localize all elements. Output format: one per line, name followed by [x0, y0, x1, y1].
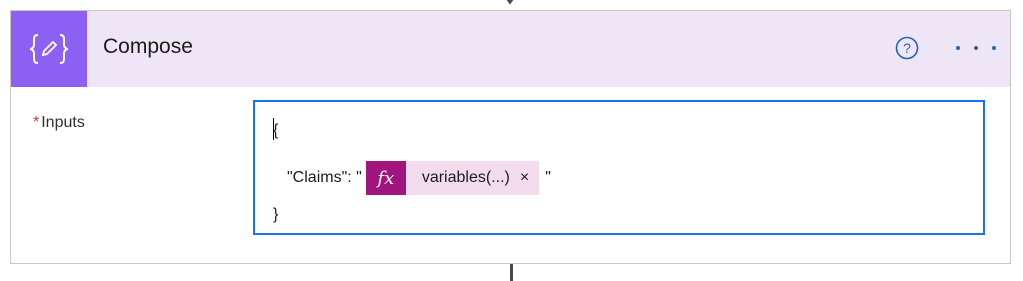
- code-line-3: }: [273, 206, 279, 223]
- token-label: variables(...): [421, 169, 510, 186]
- required-marker: *: [33, 114, 40, 131]
- connector-arrow-icon: [506, 0, 514, 5]
- action-header[interactable]: Compose ?: [11, 11, 1010, 87]
- inputs-label-text: Inputs: [41, 114, 85, 131]
- dot: [974, 46, 978, 50]
- code-line-2: "Claims": " fx variables(...) × ": [287, 161, 551, 195]
- dot: [956, 46, 960, 50]
- connector-line: [510, 264, 513, 281]
- fx-icon: fx: [365, 161, 406, 195]
- code-line-1: {: [273, 122, 279, 139]
- expression-token[interactable]: fx variables(...) ×: [365, 161, 540, 195]
- help-circle-icon[interactable]: ?: [895, 36, 919, 60]
- svg-text:?: ?: [903, 40, 911, 56]
- inputs-editor[interactable]: { "Claims": " fx variables(...) × " }: [253, 100, 985, 235]
- dot: [992, 46, 996, 50]
- claims-key-text: "Claims": ": [287, 169, 362, 186]
- compose-action-card: Compose ? * Inputs { "Claims": " fx varia…: [10, 10, 1011, 264]
- more-options-button[interactable]: [956, 37, 996, 59]
- closing-quote: ": [545, 169, 551, 186]
- inputs-label: * Inputs: [33, 114, 85, 132]
- token-remove-button[interactable]: ×: [520, 169, 539, 187]
- action-title: Compose: [103, 35, 193, 58]
- compose-icon-box: [11, 11, 87, 87]
- curly-braces-pencil-icon: [29, 34, 69, 64]
